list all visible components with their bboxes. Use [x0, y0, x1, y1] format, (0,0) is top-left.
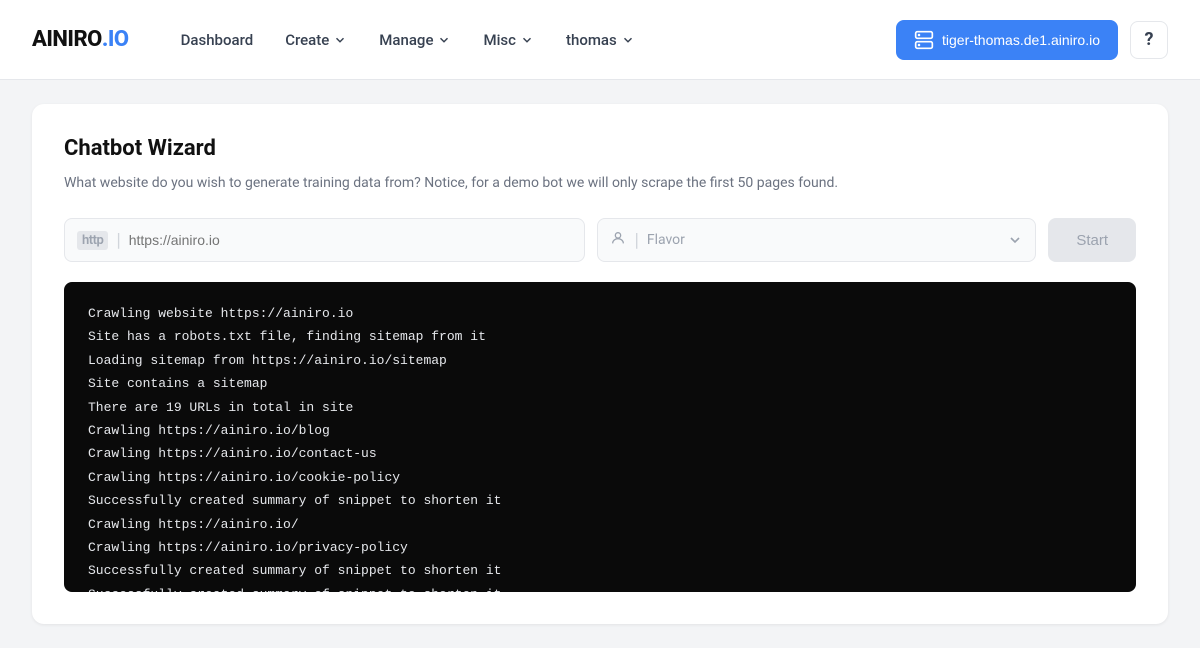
nav-user[interactable]: thomas	[554, 23, 647, 57]
terminal-line: Crawling https://ainiro.io/contact-us	[88, 442, 1112, 465]
nav-misc[interactable]: Misc	[471, 23, 546, 57]
server-button[interactable]: tiger-thomas.de1.ainiro.io	[896, 20, 1118, 60]
terminal-line: Successfully created summary of snippet …	[88, 583, 1112, 592]
terminal-line: There are 19 URLs in total in site	[88, 396, 1112, 419]
terminal-line: Successfully created summary of snippet …	[88, 559, 1112, 582]
flavor-divider: |	[634, 230, 638, 251]
logo-dot: .IO	[102, 27, 129, 52]
http-icon: http	[77, 231, 108, 250]
nav-dashboard[interactable]: Dashboard	[169, 23, 266, 57]
url-input-wrapper[interactable]: http |	[64, 218, 585, 262]
page-title: Chatbot Wizard	[64, 136, 1136, 161]
flavor-label: Flavor	[647, 232, 999, 248]
page-description: What website do you wish to generate tra…	[64, 173, 1136, 194]
terminal-line: Crawling https://ainiro.io/blog	[88, 419, 1112, 442]
url-input[interactable]	[129, 232, 573, 248]
chevron-down-icon	[520, 33, 534, 47]
nav: Dashboard Create Manage Misc thomas	[169, 23, 856, 57]
logo[interactable]: AINIRO.IO	[32, 27, 129, 52]
terminal-line: Crawling https://ainiro.io/cookie-policy	[88, 466, 1112, 489]
header: AINIRO.IO Dashboard Create Manage Misc t…	[0, 0, 1200, 80]
flavor-dropdown[interactable]: | Flavor	[597, 218, 1036, 262]
logo-text: AINIRO	[32, 27, 102, 52]
nav-create[interactable]: Create	[273, 23, 359, 57]
help-button[interactable]: ?	[1130, 21, 1168, 59]
nav-manage[interactable]: Manage	[367, 23, 463, 57]
chevron-down-icon	[621, 33, 635, 47]
terminal-line: Site has a robots.txt file, finding site…	[88, 325, 1112, 348]
start-button[interactable]: Start	[1048, 218, 1136, 262]
header-right: tiger-thomas.de1.ainiro.io ?	[896, 20, 1168, 60]
chevron-down-icon	[437, 33, 451, 47]
url-divider: |	[116, 230, 120, 251]
chevron-down-icon	[1007, 232, 1023, 248]
input-row: http | | Flavor Start	[64, 218, 1136, 262]
terminal-line: Crawling website https://ainiro.io	[88, 302, 1112, 325]
person-icon	[610, 230, 626, 250]
terminal-line: Crawling https://ainiro.io/	[88, 513, 1112, 536]
terminal-line: Crawling https://ainiro.io/privacy-polic…	[88, 536, 1112, 559]
terminal-line: Loading sitemap from https://ainiro.io/s…	[88, 349, 1112, 372]
chatbot-wizard-card: Chatbot Wizard What website do you wish …	[32, 104, 1168, 624]
chevron-down-icon	[333, 33, 347, 47]
terminal: Crawling website https://ainiro.ioSite h…	[64, 282, 1136, 592]
server-icon	[914, 30, 934, 50]
main-content: Chatbot Wizard What website do you wish …	[0, 80, 1200, 648]
terminal-line: Site contains a sitemap	[88, 372, 1112, 395]
terminal-line: Successfully created summary of snippet …	[88, 489, 1112, 512]
